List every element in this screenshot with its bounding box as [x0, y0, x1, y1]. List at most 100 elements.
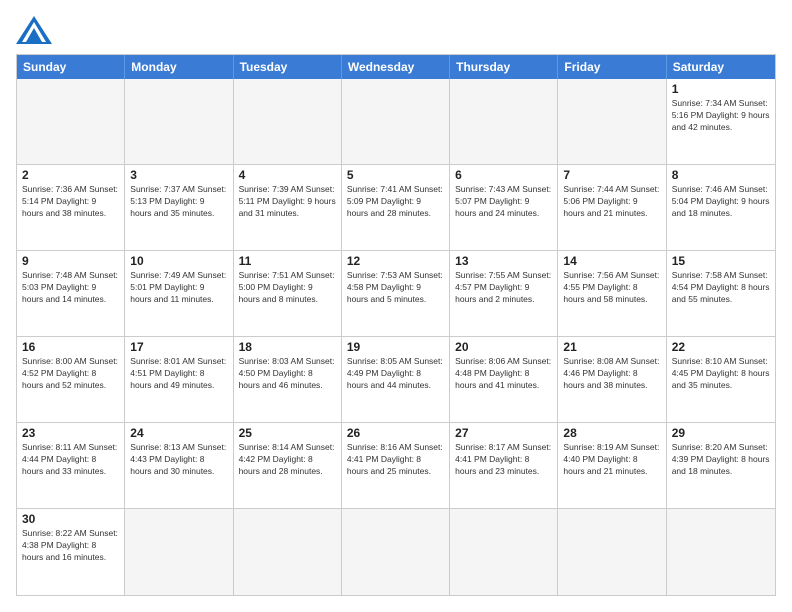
day-cell-21: 21 Sunrise: 8:08 AM Sunset: 4:46 PM Dayli…	[558, 337, 666, 423]
day-info: Sunrise: 7:53 AM Sunset: 4:58 PM Dayligh…	[347, 270, 444, 306]
day-cell-30: 30 Sunrise: 8:22 AM Sunset: 4:38 PM Dayli…	[17, 509, 125, 595]
day-cell-14: 14 Sunrise: 7:56 AM Sunset: 4:55 PM Dayli…	[558, 251, 666, 337]
calendar: SundayMondayTuesdayWednesdayThursdayFrid…	[16, 54, 776, 596]
day-info: Sunrise: 7:36 AM Sunset: 5:14 PM Dayligh…	[22, 184, 119, 220]
day-cell-18: 18 Sunrise: 8:03 AM Sunset: 4:50 PM Dayli…	[234, 337, 342, 423]
day-info: Sunrise: 8:17 AM Sunset: 4:41 PM Dayligh…	[455, 442, 552, 478]
day-cell-23: 23Sunrise: 8:11 AM Sunset: 4:44 PM Dayli…	[17, 423, 125, 509]
empty-cell	[234, 79, 342, 165]
day-info: Sunrise: 7:41 AM Sunset: 5:09 PM Dayligh…	[347, 184, 444, 220]
day-cell-22: 22 Sunrise: 8:10 AM Sunset: 4:45 PM Dayli…	[667, 337, 775, 423]
day-cell-27: 27 Sunrise: 8:17 AM Sunset: 4:41 PM Dayli…	[450, 423, 558, 509]
day-info: Sunrise: 7:55 AM Sunset: 4:57 PM Dayligh…	[455, 270, 552, 306]
header	[16, 16, 776, 44]
day-cell-24: 24 Sunrise: 8:13 AM Sunset: 4:43 PM Dayli…	[125, 423, 233, 509]
header-day-sunday: Sunday	[17, 55, 125, 79]
day-info: Sunrise: 7:46 AM Sunset: 5:04 PM Dayligh…	[672, 184, 770, 220]
day-number: 28	[563, 426, 660, 440]
day-cell-16: 16 Sunrise: 8:00 AM Sunset: 4:52 PM Dayli…	[17, 337, 125, 423]
day-cell-25: 25Sunrise: 8:14 AM Sunset: 4:42 PM Dayli…	[234, 423, 342, 509]
empty-cell	[450, 79, 558, 165]
empty-cell	[450, 509, 558, 595]
day-number: 15	[672, 254, 770, 268]
day-number: 10	[130, 254, 227, 268]
empty-cell	[558, 79, 666, 165]
day-number: 19	[347, 340, 444, 354]
day-number: 6	[455, 168, 552, 182]
day-number: 2	[22, 168, 119, 182]
day-info: Sunrise: 7:37 AM Sunset: 5:13 PM Dayligh…	[130, 184, 227, 220]
logo	[16, 16, 56, 44]
day-info: Sunrise: 7:58 AM Sunset: 4:54 PM Dayligh…	[672, 270, 770, 306]
day-cell-4: 4Sunrise: 7:39 AM Sunset: 5:11 PM Daylig…	[234, 165, 342, 251]
day-info: Sunrise: 7:44 AM Sunset: 5:06 PM Dayligh…	[563, 184, 660, 220]
day-info: Sunrise: 8:22 AM Sunset: 4:38 PM Dayligh…	[22, 528, 119, 564]
day-number: 21	[563, 340, 660, 354]
day-info: Sunrise: 8:01 AM Sunset: 4:51 PM Dayligh…	[130, 356, 227, 392]
day-info: Sunrise: 8:05 AM Sunset: 4:49 PM Dayligh…	[347, 356, 444, 392]
header-day-thursday: Thursday	[450, 55, 558, 79]
day-cell-5: 5 Sunrise: 7:41 AM Sunset: 5:09 PM Daylig…	[342, 165, 450, 251]
day-info: Sunrise: 7:49 AM Sunset: 5:01 PM Dayligh…	[130, 270, 227, 306]
calendar-header: SundayMondayTuesdayWednesdayThursdayFrid…	[17, 55, 775, 79]
day-info: Sunrise: 8:16 AM Sunset: 4:41 PM Dayligh…	[347, 442, 444, 478]
day-number: 18	[239, 340, 336, 354]
day-info: Sunrise: 8:03 AM Sunset: 4:50 PM Dayligh…	[239, 356, 336, 392]
day-cell-10: 10 Sunrise: 7:49 AM Sunset: 5:01 PM Dayli…	[125, 251, 233, 337]
day-number: 27	[455, 426, 552, 440]
calendar-body: 1 Sunrise: 7:34 AM Sunset: 5:16 PM Daylig…	[17, 79, 775, 595]
day-number: 26	[347, 426, 444, 440]
logo-icon	[16, 16, 52, 44]
day-number: 25	[239, 426, 336, 440]
day-info: Sunrise: 8:19 AM Sunset: 4:40 PM Dayligh…	[563, 442, 660, 478]
day-number: 3	[130, 168, 227, 182]
day-number: 17	[130, 340, 227, 354]
day-cell-15: 15 Sunrise: 7:58 AM Sunset: 4:54 PM Dayli…	[667, 251, 775, 337]
empty-cell	[342, 79, 450, 165]
day-cell-8: 8 Sunrise: 7:46 AM Sunset: 5:04 PM Daylig…	[667, 165, 775, 251]
empty-cell	[667, 509, 775, 595]
day-number: 8	[672, 168, 770, 182]
day-cell-29: 29Sunrise: 8:20 AM Sunset: 4:39 PM Dayli…	[667, 423, 775, 509]
header-day-saturday: Saturday	[667, 55, 775, 79]
day-info: Sunrise: 8:11 AM Sunset: 4:44 PM Dayligh…	[22, 442, 119, 478]
day-number: 14	[563, 254, 660, 268]
day-cell-19: 19 Sunrise: 8:05 AM Sunset: 4:49 PM Dayli…	[342, 337, 450, 423]
day-info: Sunrise: 8:10 AM Sunset: 4:45 PM Dayligh…	[672, 356, 770, 392]
day-info: Sunrise: 8:13 AM Sunset: 4:43 PM Dayligh…	[130, 442, 227, 478]
empty-cell	[125, 79, 233, 165]
header-day-wednesday: Wednesday	[342, 55, 450, 79]
day-number: 9	[22, 254, 119, 268]
day-info: Sunrise: 7:51 AM Sunset: 5:00 PM Dayligh…	[239, 270, 336, 306]
day-cell-13: 13Sunrise: 7:55 AM Sunset: 4:57 PM Dayli…	[450, 251, 558, 337]
day-info: Sunrise: 8:06 AM Sunset: 4:48 PM Dayligh…	[455, 356, 552, 392]
day-cell-26: 26 Sunrise: 8:16 AM Sunset: 4:41 PM Dayli…	[342, 423, 450, 509]
empty-cell	[342, 509, 450, 595]
day-cell-1: 1 Sunrise: 7:34 AM Sunset: 5:16 PM Daylig…	[667, 79, 775, 165]
day-number: 11	[239, 254, 336, 268]
day-number: 16	[22, 340, 119, 354]
empty-cell	[558, 509, 666, 595]
day-info: Sunrise: 7:56 AM Sunset: 4:55 PM Dayligh…	[563, 270, 660, 306]
day-number: 1	[672, 82, 770, 96]
day-cell-7: 7 Sunrise: 7:44 AM Sunset: 5:06 PM Daylig…	[558, 165, 666, 251]
day-info: Sunrise: 8:00 AM Sunset: 4:52 PM Dayligh…	[22, 356, 119, 392]
day-number: 24	[130, 426, 227, 440]
header-day-monday: Monday	[125, 55, 233, 79]
day-cell-28: 28 Sunrise: 8:19 AM Sunset: 4:40 PM Dayli…	[558, 423, 666, 509]
day-cell-17: 17 Sunrise: 8:01 AM Sunset: 4:51 PM Dayli…	[125, 337, 233, 423]
day-number: 5	[347, 168, 444, 182]
day-number: 12	[347, 254, 444, 268]
day-cell-3: 3 Sunrise: 7:37 AM Sunset: 5:13 PM Daylig…	[125, 165, 233, 251]
day-cell-6: 6Sunrise: 7:43 AM Sunset: 5:07 PM Daylig…	[450, 165, 558, 251]
day-info: Sunrise: 8:20 AM Sunset: 4:39 PM Dayligh…	[672, 442, 770, 478]
day-info: Sunrise: 7:34 AM Sunset: 5:16 PM Dayligh…	[672, 98, 770, 134]
day-cell-9: 9Sunrise: 7:48 AM Sunset: 5:03 PM Daylig…	[17, 251, 125, 337]
day-cell-20: 20Sunrise: 8:06 AM Sunset: 4:48 PM Dayli…	[450, 337, 558, 423]
header-day-tuesday: Tuesday	[234, 55, 342, 79]
day-number: 30	[22, 512, 119, 526]
day-number: 7	[563, 168, 660, 182]
day-info: Sunrise: 8:08 AM Sunset: 4:46 PM Dayligh…	[563, 356, 660, 392]
empty-cell	[234, 509, 342, 595]
day-number: 22	[672, 340, 770, 354]
